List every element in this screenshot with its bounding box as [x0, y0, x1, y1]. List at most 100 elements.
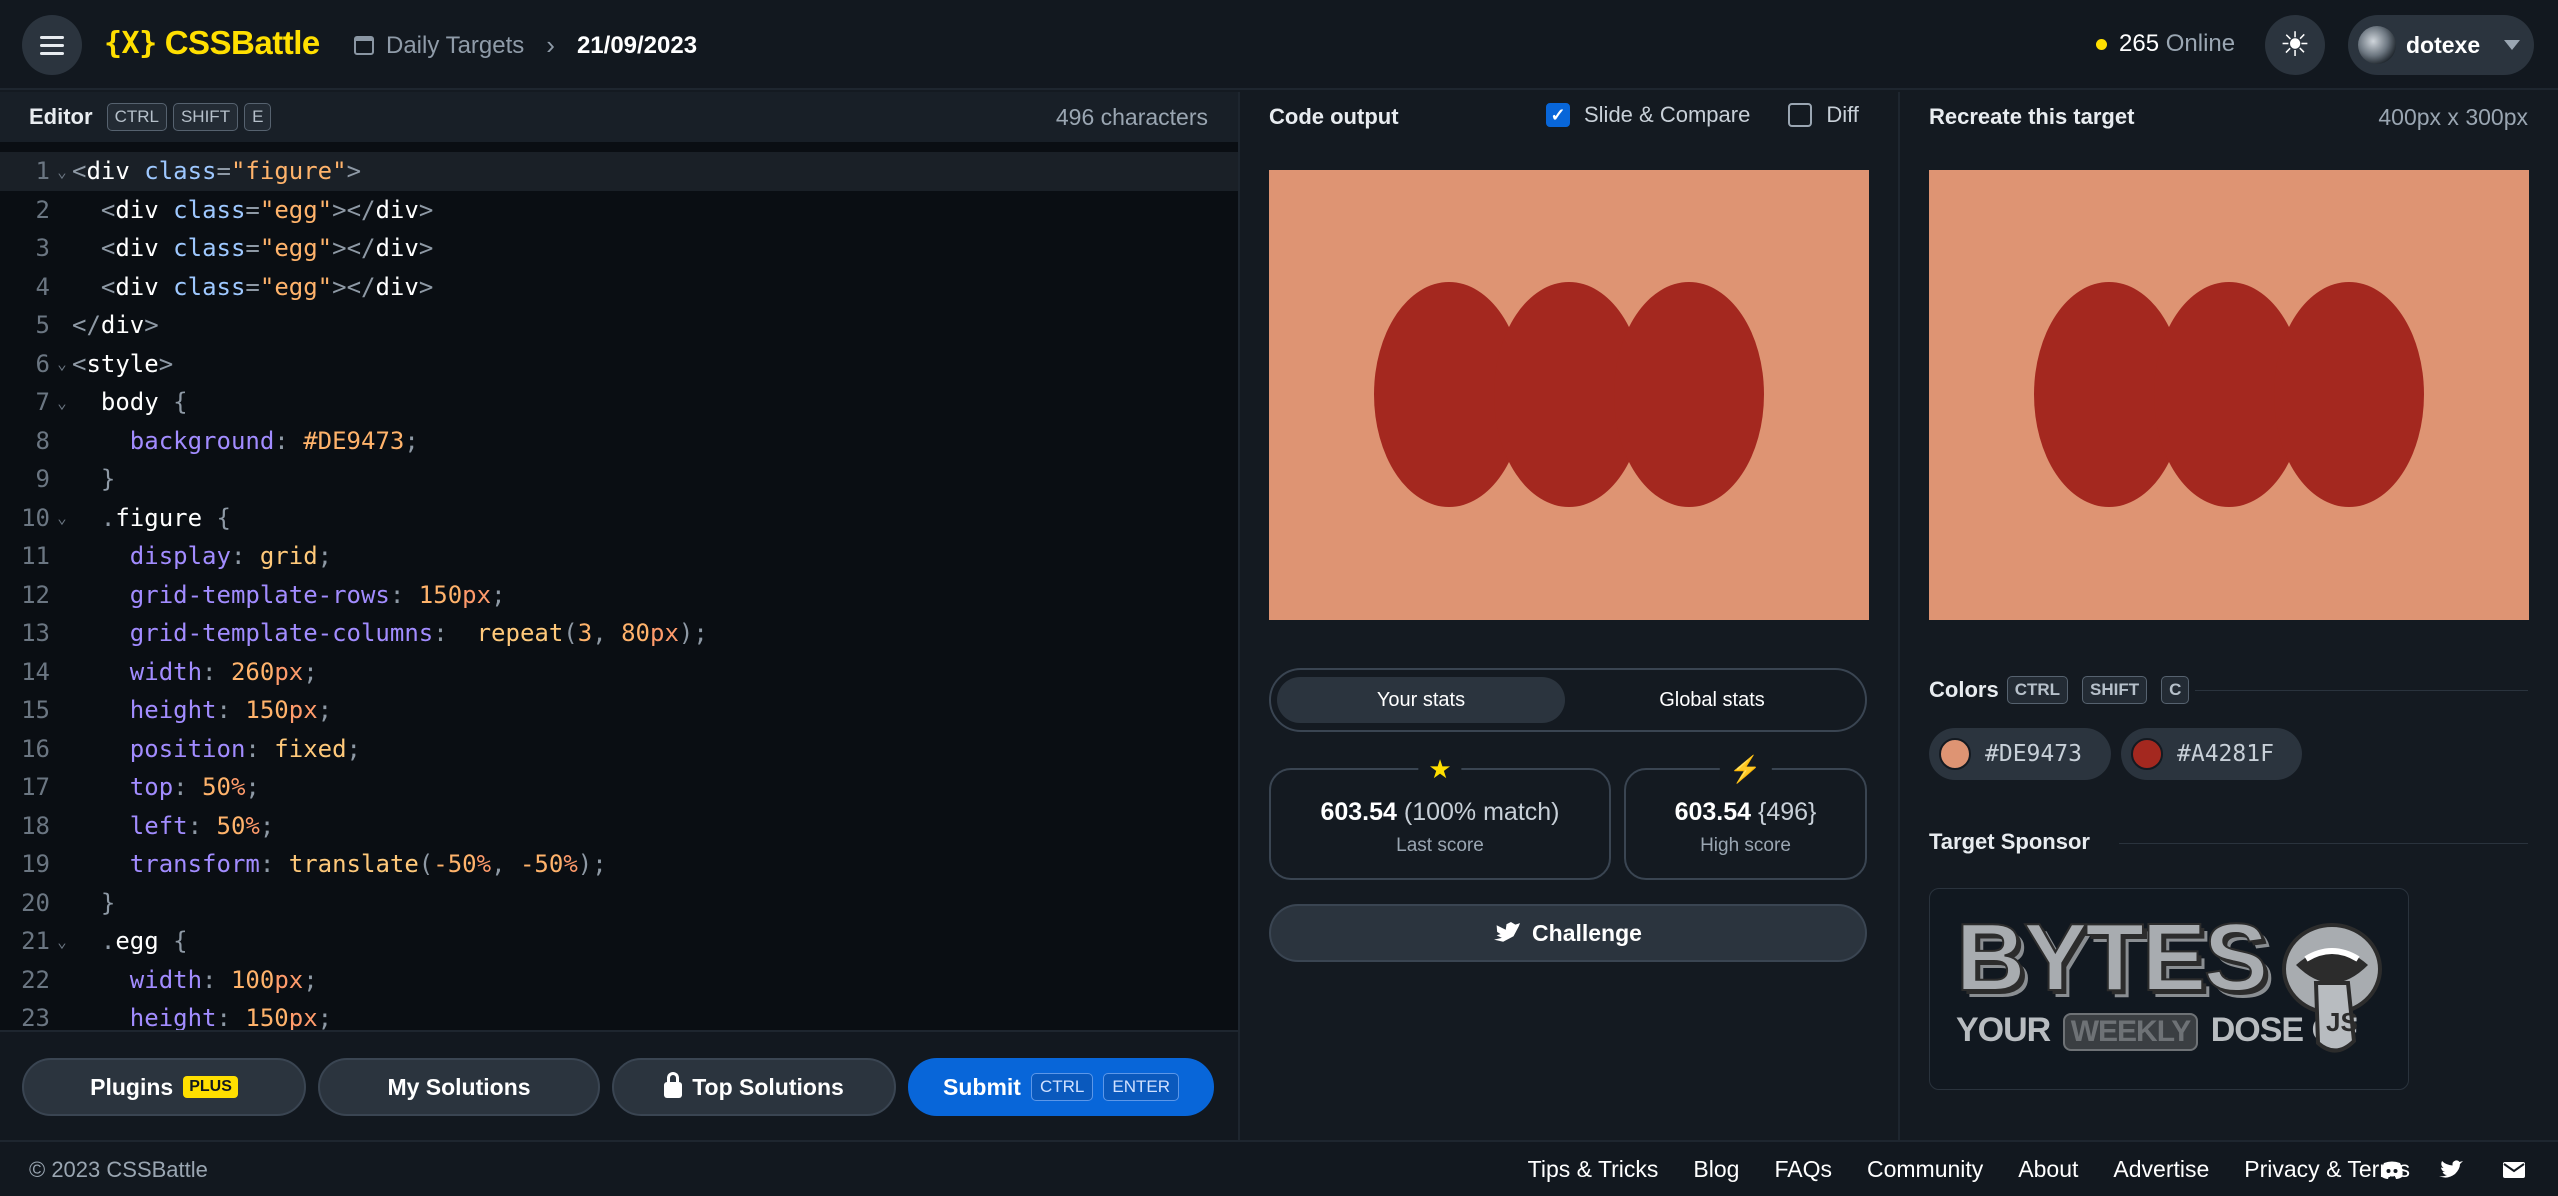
caret-down-icon	[2504, 40, 2521, 50]
high-score-label: High score	[1700, 835, 1791, 856]
shortcut-key: SHIFT	[2082, 676, 2148, 704]
my-solutions-button[interactable]: My Solutions	[318, 1058, 600, 1116]
twitter-icon[interactable]	[2439, 1160, 2463, 1180]
lock-icon	[664, 1072, 683, 1098]
code-line[interactable]: 1 ⌄ <div class="figure">	[0, 152, 1238, 191]
code-line[interactable]: 9 }	[0, 460, 1238, 499]
username: dotexe	[2406, 31, 2481, 58]
fold-icon[interactable]: ⌄	[52, 932, 72, 951]
challenge-label: Challenge	[1532, 919, 1642, 946]
logo[interactable]: {X} CSSBattle	[104, 24, 320, 62]
footer-links: Tips & Tricks Blog FAQs Community About …	[1528, 1156, 2410, 1183]
footer-link[interactable]: Tips & Tricks	[1528, 1156, 1659, 1183]
tab-your-stats[interactable]: Your stats	[1277, 677, 1565, 723]
sponsor-mouth-icon: JS	[2282, 923, 2382, 1053]
footer-link[interactable]: FAQs	[1774, 1156, 1832, 1183]
theme-toggle-button[interactable]: ☀	[2265, 15, 2325, 75]
footer-link[interactable]: About	[2018, 1156, 2078, 1183]
shortcut-key: CTRL	[1030, 1073, 1094, 1101]
user-menu-button[interactable]: dotexe	[2348, 15, 2534, 75]
my-solutions-label: My Solutions	[387, 1073, 531, 1100]
compare-options: ✓ Slide & Compare Diff	[1546, 102, 1859, 128]
code-line[interactable]: 23 height: 150px;	[0, 999, 1238, 1030]
top-solutions-button[interactable]: Top Solutions	[612, 1058, 896, 1116]
target-size: 400px x 300px	[2378, 104, 2528, 130]
hamburger-icon	[40, 43, 64, 47]
code-line[interactable]: 8 background: #DE9473;	[0, 422, 1238, 461]
footer: © 2023 CSSBattle Tips & Tricks Blog FAQs…	[0, 1140, 2558, 1196]
sponsor-heading: Target Sponsor	[1929, 829, 2090, 855]
shortcut-key: SHIFT	[172, 103, 239, 131]
code-line[interactable]: 2 <div class="egg"></div>	[0, 191, 1238, 230]
tab-global-stats[interactable]: Global stats	[1565, 689, 1859, 712]
svg-text:JS: JS	[2326, 1007, 2358, 1037]
code-line[interactable]: 19 transform: translate(-50%, -50%);	[0, 845, 1238, 884]
shortcut-key: CTRL	[106, 103, 167, 131]
online-label: Online	[2165, 30, 2236, 57]
plus-badge: PLUS	[183, 1076, 238, 1098]
code-line[interactable]: 3 <div class="egg"></div>	[0, 229, 1238, 268]
fold-icon[interactable]: ⌄	[52, 508, 72, 527]
color-swatch-1[interactable]: #DE9473	[1929, 728, 2111, 780]
code-line[interactable]: 10 ⌄ .figure {	[0, 499, 1238, 538]
sponsor-banner[interactable]: BYTES YOUR WEEKLY DOSE OF JS	[1929, 888, 2409, 1090]
code-line[interactable]: 14 width: 260px;	[0, 653, 1238, 692]
code-line[interactable]: 5 </div>	[0, 306, 1238, 345]
fold-icon[interactable]: ⌄	[52, 354, 72, 373]
code-line[interactable]: 17 top: 50%;	[0, 768, 1238, 807]
code-line[interactable]: 18 left: 50%;	[0, 807, 1238, 846]
shortcut-key: E	[244, 103, 272, 131]
plugins-button[interactable]: Plugins PLUS	[22, 1058, 306, 1116]
top-solutions-label: Top Solutions	[692, 1073, 844, 1100]
colors-heading: Colors CTRL SHIFT C	[1929, 676, 2195, 704]
code-line[interactable]: 20 }	[0, 884, 1238, 923]
online-count: 265	[2119, 30, 2160, 57]
challenge-button[interactable]: Challenge	[1269, 904, 1867, 962]
editor-footer: Plugins PLUS My Solutions Top Solutions …	[0, 1030, 1238, 1140]
editor-title: Editor	[29, 104, 93, 129]
twitter-icon	[1494, 922, 1521, 942]
sun-icon: ☀	[2279, 26, 2311, 64]
logo-mark: {X}	[104, 25, 157, 61]
footer-link[interactable]: Community	[1867, 1156, 1983, 1183]
slide-compare-label[interactable]: Slide & Compare	[1584, 102, 1750, 128]
diff-checkbox[interactable]	[1788, 103, 1813, 127]
code-line[interactable]: 16 position: fixed;	[0, 730, 1238, 769]
code-line[interactable]: 21 ⌄ .egg {	[0, 922, 1238, 961]
code-line[interactable]: 15 height: 150px;	[0, 691, 1238, 730]
code-line[interactable]: 11 display: grid;	[0, 537, 1238, 576]
code-line[interactable]: 7 ⌄ body {	[0, 383, 1238, 422]
last-score-label: Last score	[1396, 835, 1484, 856]
code-line[interactable]: 12 grid-template-rows: 150px;	[0, 576, 1238, 615]
breadcrumb-daily-targets[interactable]: Daily Targets	[386, 32, 524, 60]
slide-compare-checkbox[interactable]: ✓	[1546, 103, 1570, 127]
copyright: © 2023 CSSBattle	[29, 1157, 208, 1182]
mail-icon[interactable]	[2502, 1160, 2526, 1180]
lightning-icon: ⚡	[1719, 754, 1772, 785]
fold-icon[interactable]: ⌄	[52, 393, 72, 412]
fold-icon[interactable]: ⌄	[52, 162, 72, 181]
code-line[interactable]: 13 grid-template-columns: repeat(3, 80px…	[0, 614, 1238, 653]
discord-icon[interactable]	[2380, 1160, 2404, 1180]
menu-button[interactable]	[22, 15, 82, 75]
submit-button[interactable]: Submit CTRL ENTER	[908, 1058, 1214, 1116]
code-editor[interactable]: 1 ⌄ <div class="figure"> 2 <div class="egg…	[0, 142, 1238, 1030]
code-line[interactable]: 4 <div class="egg"></div>	[0, 268, 1238, 307]
plugins-label: Plugins	[90, 1073, 174, 1100]
editor-header: Editor CTRL SHIFT E 496 characters	[0, 92, 1238, 142]
footer-link[interactable]: Advertise	[2113, 1156, 2209, 1183]
code-line[interactable]: 22 width: 100px;	[0, 961, 1238, 1000]
divider	[2195, 690, 2528, 691]
target-header: Recreate this target 400px x 300px	[1900, 92, 2558, 142]
high-score-value: 603.54	[1674, 798, 1752, 826]
divider	[1238, 92, 1240, 1140]
breadcrumb: Daily Targets › 21/09/2023	[354, 30, 697, 61]
code-output-canvas[interactable]	[1269, 170, 1869, 620]
color-swatch-2[interactable]: #A4281F	[2121, 728, 2302, 780]
footer-link[interactable]: Blog	[1693, 1156, 1739, 1183]
character-count: 496 characters	[1055, 104, 1208, 130]
code-line[interactable]: 6 ⌄ <style>	[0, 345, 1238, 384]
diff-label[interactable]: Diff	[1826, 102, 1859, 128]
shortcut-key: C	[2161, 676, 2190, 704]
stats-tabs: Your stats Global stats	[1269, 668, 1867, 732]
